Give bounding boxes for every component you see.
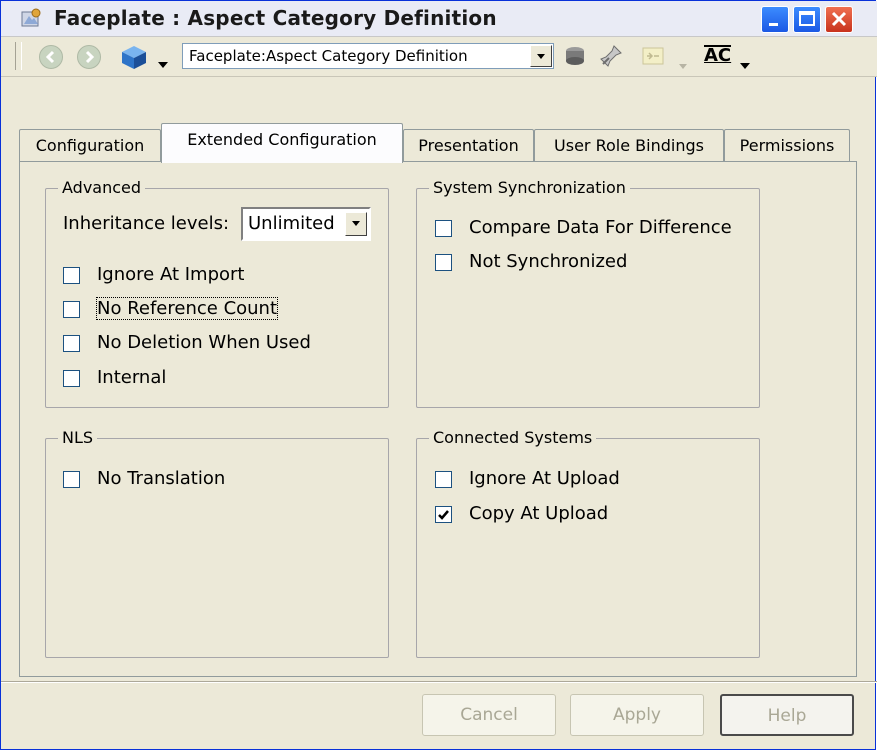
title-bar[interactable]: Faceplate : Aspect Category Definition — [1, 1, 877, 37]
checkbox-box[interactable] — [435, 220, 452, 237]
checkbox-label: Internal — [97, 367, 167, 388]
checkmark-icon — [438, 510, 449, 520]
checkbox-label: Not Synchronized — [469, 251, 628, 272]
chevron-down-icon[interactable] — [739, 55, 751, 74]
view-icon[interactable] — [641, 45, 667, 71]
tab-user-role-bindings[interactable]: User Role Bindings — [534, 129, 724, 161]
apply-button[interactable]: Apply — [570, 694, 704, 736]
toolbar-grip[interactable] — [15, 42, 22, 70]
object-cube-icon[interactable] — [119, 43, 149, 75]
help-button[interactable]: Help — [720, 694, 854, 736]
group-title: NLS — [58, 428, 98, 447]
chevron-down-icon[interactable] — [157, 54, 169, 73]
toolbar: Faceplate:Aspect Category Definition AC — [1, 37, 877, 77]
checkbox-label: Ignore At Import — [97, 264, 245, 285]
checkbox-label: Compare Data For Difference — [469, 217, 732, 238]
path-combo-dropdown-arrow[interactable] — [530, 45, 552, 67]
tab-label: User Role Bindings — [554, 136, 704, 155]
path-combo[interactable]: Faceplate:Aspect Category Definition — [182, 43, 554, 69]
maximize-button[interactable] — [793, 6, 821, 33]
minimize-button[interactable] — [761, 6, 789, 33]
checkbox-label: Ignore At Upload — [469, 468, 620, 489]
checkbox-box[interactable] — [435, 471, 452, 488]
tab-label: Extended Configuration — [187, 130, 377, 149]
forward-arrow-icon[interactable] — [77, 45, 101, 69]
pin-icon[interactable] — [598, 43, 624, 73]
checkbox-box[interactable] — [63, 471, 80, 488]
inheritance-levels-select[interactable]: Unlimited — [241, 207, 371, 241]
group-title: Connected Systems — [429, 428, 597, 447]
footer-separator — [1, 681, 877, 683]
inheritance-levels-label: Inheritance levels: — [63, 213, 230, 234]
tab-label: Permissions — [739, 136, 835, 155]
group-title: Advanced — [58, 178, 146, 197]
window-title: Faceplate : Aspect Category Definition — [54, 6, 497, 30]
path-combo-value: Faceplate:Aspect Category Definition — [189, 47, 468, 65]
tab-label: Presentation — [418, 136, 519, 155]
dropdown-arrow[interactable] — [345, 212, 367, 236]
checkbox-box[interactable] — [435, 254, 452, 271]
tab-presentation[interactable]: Presentation — [403, 129, 534, 161]
checkbox-box[interactable] — [435, 506, 452, 523]
checkbox-label: Copy At Upload — [469, 503, 609, 524]
checkbox-box[interactable] — [63, 267, 80, 284]
inheritance-levels-value: Unlimited — [248, 213, 335, 234]
group-title: System Synchronization — [429, 178, 630, 197]
chevron-down-icon[interactable] — [678, 55, 688, 74]
stack-icon[interactable] — [562, 43, 588, 73]
faceplate-icon — [19, 7, 43, 31]
faceplate-window: Faceplate : Aspect Category Definition F… — [0, 0, 877, 750]
checkbox-box[interactable] — [63, 370, 80, 387]
tab-permissions[interactable]: Permissions — [724, 129, 850, 161]
checkbox-box[interactable] — [63, 335, 80, 352]
tab-configuration[interactable]: Configuration — [19, 129, 161, 161]
tab-label: Configuration — [35, 136, 145, 155]
back-arrow-icon[interactable] — [39, 45, 63, 69]
checkbox-label: No Reference Count — [95, 297, 279, 320]
close-button[interactable] — [825, 6, 853, 33]
checkbox-label: No Translation — [97, 468, 226, 489]
ac-label[interactable]: AC — [704, 45, 732, 65]
cancel-button[interactable]: Cancel — [422, 694, 556, 736]
checkbox-label: No Deletion When Used — [97, 332, 311, 353]
tab-extended-configuration[interactable]: Extended Configuration — [161, 123, 403, 163]
checkbox-box[interactable] — [63, 301, 80, 318]
